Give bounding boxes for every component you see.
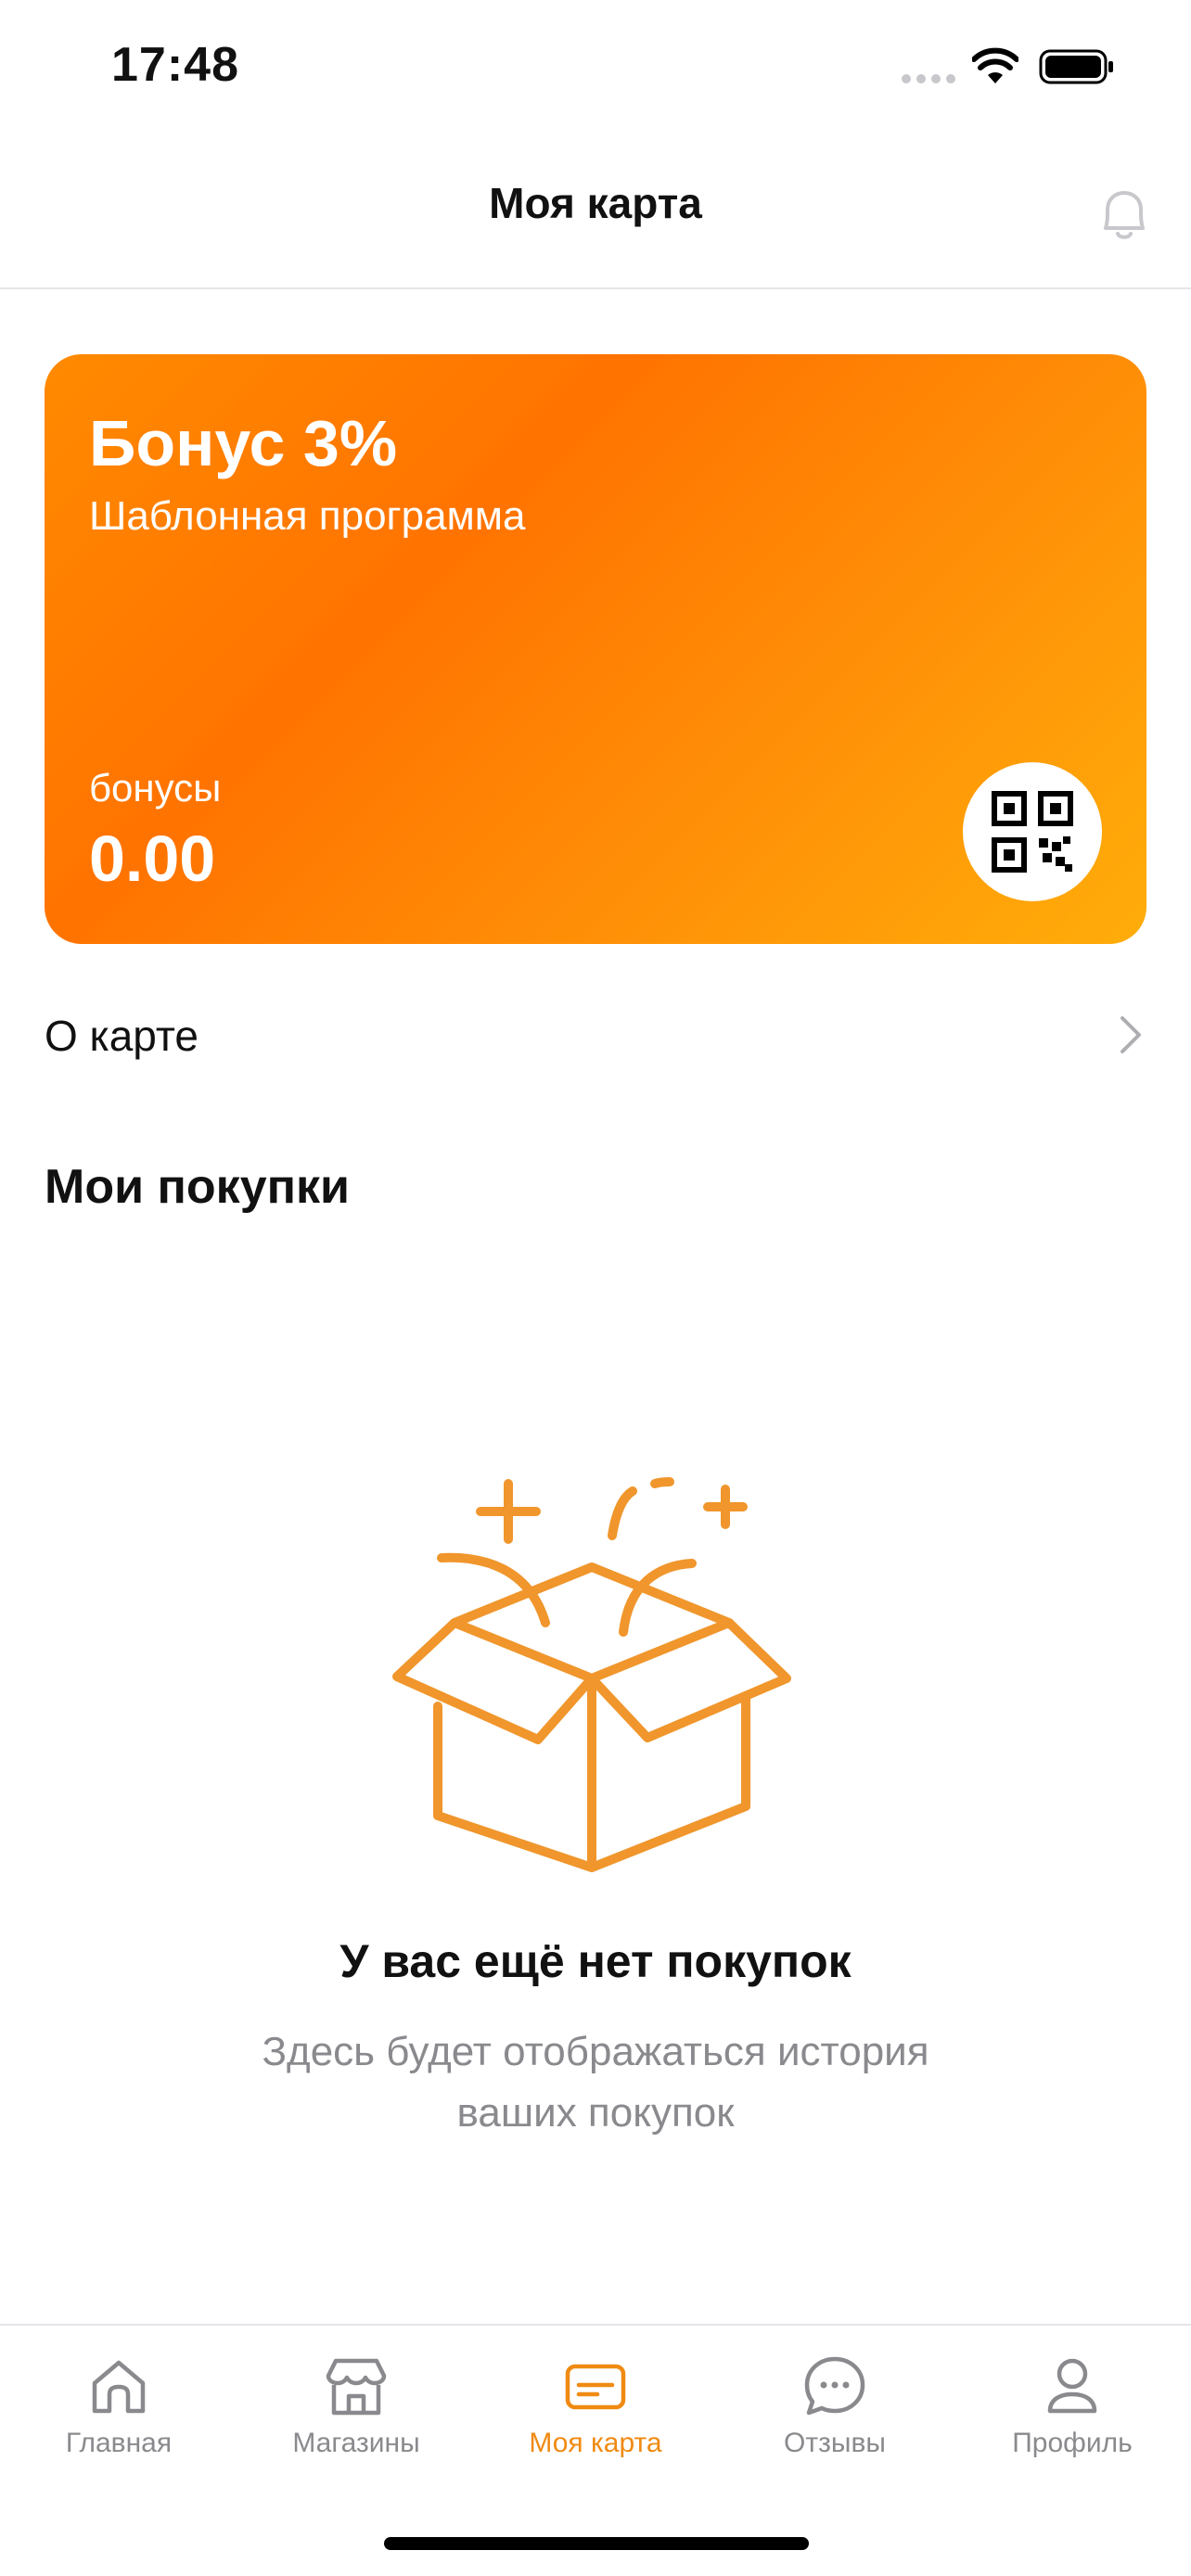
qr-code-button[interactable] xyxy=(963,762,1102,901)
tab-label: Профиль xyxy=(1012,2428,1133,2458)
open-box-icon xyxy=(392,1477,791,1872)
nav-header: Моя карта xyxy=(0,130,1191,289)
tab-stores[interactable]: Магазины xyxy=(237,2353,475,2493)
tab-profile[interactable]: Профиль xyxy=(954,2353,1191,2493)
about-card-label: О карте xyxy=(45,1012,198,1060)
chat-bubble-icon xyxy=(804,2356,865,2416)
bell-icon xyxy=(1104,191,1145,239)
chevron-right-icon xyxy=(1121,1016,1141,1053)
home-indicator xyxy=(384,2537,809,2550)
card-program-name: Шаблонная программа xyxy=(89,493,526,539)
notifications-button[interactable] xyxy=(1087,176,1161,250)
status-time: 17:48 xyxy=(111,38,239,92)
battery-icon xyxy=(1039,49,1113,84)
screen: 17:48 Моя карта Бонус 3% Шаблонная прогр… xyxy=(0,0,1191,2576)
bonus-label: бонусы xyxy=(89,766,222,810)
empty-state-description: Здесь будет отображаться история ваших п… xyxy=(262,2029,929,2136)
tab-label: Моя карта xyxy=(529,2428,662,2458)
status-bar: 17:48 xyxy=(0,0,1191,130)
about-card-row[interactable]: О карте xyxy=(45,983,1146,1085)
card-title: Бонус 3% xyxy=(89,407,398,479)
store-icon xyxy=(326,2358,387,2416)
home-icon xyxy=(92,2360,146,2414)
card-icon xyxy=(565,2364,626,2410)
bonus-balance: 0.00 xyxy=(89,823,216,895)
purchases-section-title: Мои покупки xyxy=(45,1160,351,1214)
cellular-signal-icon xyxy=(902,74,957,85)
tab-label: Отзывы xyxy=(784,2428,886,2458)
page-title: Моя карта xyxy=(489,179,702,227)
profile-icon xyxy=(1047,2358,1097,2414)
empty-state-title: У вас ещё нет покупок xyxy=(339,1935,852,1987)
tab-my-card[interactable]: Моя карта xyxy=(477,2353,714,2493)
loyalty-card[interactable]: Бонус 3% Шаблонная программа бонусы 0.00 xyxy=(45,354,1146,944)
tab-label: Главная xyxy=(65,2428,173,2458)
wifi-icon xyxy=(972,47,1018,83)
qr-code-icon xyxy=(992,791,1073,873)
tab-label: Магазины xyxy=(292,2428,420,2458)
tab-reviews[interactable]: Отзывы xyxy=(716,2353,954,2493)
tab-home[interactable]: Главная xyxy=(0,2353,237,2493)
